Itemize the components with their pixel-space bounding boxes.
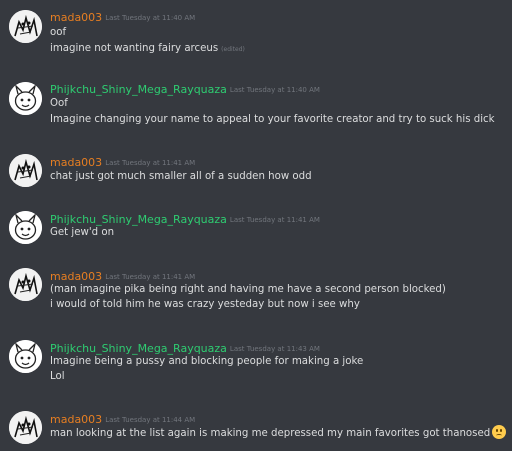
timestamp: Last Tuesday at 11:43 AM <box>229 345 320 353</box>
timestamp: Last Tuesday at 11:44 AM <box>105 416 196 424</box>
chat-message-list: mada003 Last Tuesday at 11:40 AM oof imag… <box>0 0 512 451</box>
timestamp: Last Tuesday at 11:40 AM <box>105 14 196 22</box>
message-text: Oof <box>50 98 68 109</box>
message-header: Phijkchu_Shiny_Mega_Rayquaza Last Tuesday… <box>50 339 320 355</box>
username[interactable]: Phijkchu_Shiny_Mega_Rayquaza <box>50 83 227 96</box>
message-text: Get jew'd on <box>50 227 115 238</box>
slightly-frowning-face-icon <box>492 425 507 439</box>
message-text: oof <box>50 27 67 38</box>
message-text: man looking at the list again is making … <box>50 425 507 441</box>
cartoon-avatar-icon[interactable] <box>9 211 42 244</box>
message-text: Imagine being a pussy and blocking peopl… <box>50 356 364 367</box>
message-text: Lol <box>50 371 65 382</box>
message-text: (man imagine pika being right and having… <box>50 284 446 295</box>
message-header: Phijkchu_Shiny_Mega_Rayquaza Last Tuesday… <box>50 80 320 96</box>
sketch-avatar-icon[interactable] <box>9 154 42 187</box>
message-header: Phijkchu_Shiny_Mega_Rayquaza Last Tuesday… <box>50 210 320 226</box>
cartoon-avatar-icon[interactable] <box>9 82 42 115</box>
edited-label: (edited) <box>221 46 245 53</box>
timestamp: Last Tuesday at 11:40 AM <box>229 86 320 94</box>
timestamp: Last Tuesday at 11:41 AM <box>105 273 196 281</box>
message-text: Imagine changing your name to appeal to … <box>50 114 495 125</box>
sketch-avatar-icon[interactable] <box>9 411 42 444</box>
message-text: imagine not wanting fairy arceus (edited) <box>50 43 245 54</box>
username[interactable]: mada003 <box>50 156 102 169</box>
timestamp: Last Tuesday at 11:41 AM <box>229 216 320 224</box>
username[interactable]: mada003 <box>50 11 102 24</box>
sketch-avatar-icon[interactable] <box>9 10 42 43</box>
message-header: mada003 Last Tuesday at 11:41 AM <box>50 153 195 169</box>
message-header: mada003 Last Tuesday at 11:41 AM <box>50 267 195 283</box>
timestamp: Last Tuesday at 11:41 AM <box>105 159 196 167</box>
message-text: i would of told him he was crazy yesteda… <box>50 299 360 310</box>
message-text: chat just got much smaller all of a sudd… <box>50 171 312 182</box>
sketch-avatar-icon[interactable] <box>9 268 42 301</box>
message-header: mada003 Last Tuesday at 11:40 AM <box>50 8 195 24</box>
cartoon-avatar-icon[interactable] <box>9 340 42 373</box>
message-header: mada003 Last Tuesday at 11:44 AM <box>50 410 195 426</box>
